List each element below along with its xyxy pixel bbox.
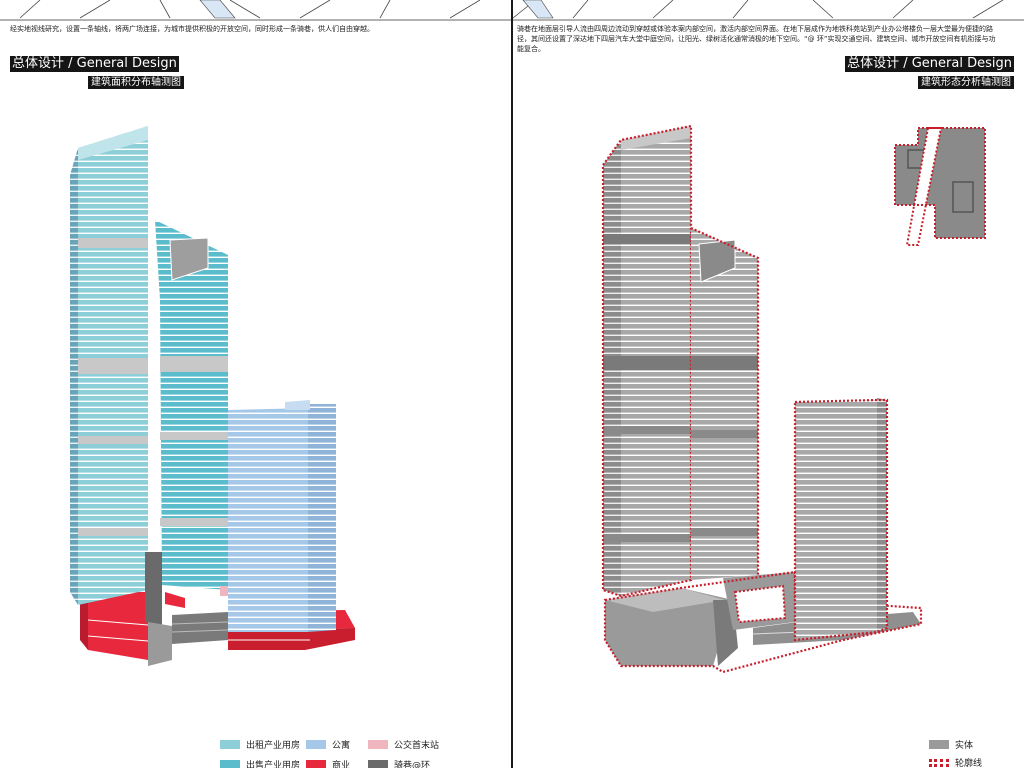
- legend-swatch: [220, 740, 240, 749]
- legend-item-solid: 实体: [929, 738, 973, 751]
- legend-swatch: [368, 760, 388, 768]
- legend-swatch: [929, 740, 949, 749]
- legend-item-apartment: 公寓: [306, 738, 350, 751]
- left-panel: 经实地视线研究，设置一条轴线，将两广场连接，为城市提供积极的开放空间，同时形成一…: [0, 0, 511, 768]
- tower-b: [155, 220, 228, 590]
- form-analysis-axonometric: [601, 124, 986, 674]
- right-panel: 骑巷在地面层引导人流由四周边流动到穿越或体验本案内部空间，激活内部空间界面。在地…: [513, 0, 1024, 768]
- tower-b-solid: [690, 226, 760, 580]
- legend-item-bus-terminal: 公交首末站: [368, 738, 439, 751]
- legend-swatch: [929, 758, 949, 767]
- legend-item-rent-industrial: 出租产业用房: [220, 738, 300, 751]
- legend-item-riding-lane: 骑巷@环: [368, 758, 430, 768]
- site-plan-inset: [894, 127, 986, 246]
- legend-item-outline: 轮廓线: [929, 756, 982, 768]
- bus-station-block: [220, 586, 228, 596]
- legend-swatch: [306, 760, 326, 768]
- legend-item-sale-industrial: 出售产业用房: [220, 758, 300, 768]
- tower-c: [228, 400, 336, 632]
- tower-c-solid: [793, 398, 889, 642]
- tower-a-solid: [601, 124, 693, 598]
- legend-item-commercial: 商业: [306, 758, 350, 768]
- tower-a: [70, 126, 148, 605]
- legend-swatch: [368, 740, 388, 749]
- legend-swatch: [220, 760, 240, 768]
- legend-swatch: [306, 740, 326, 749]
- area-distribution-axonometric: [70, 126, 355, 666]
